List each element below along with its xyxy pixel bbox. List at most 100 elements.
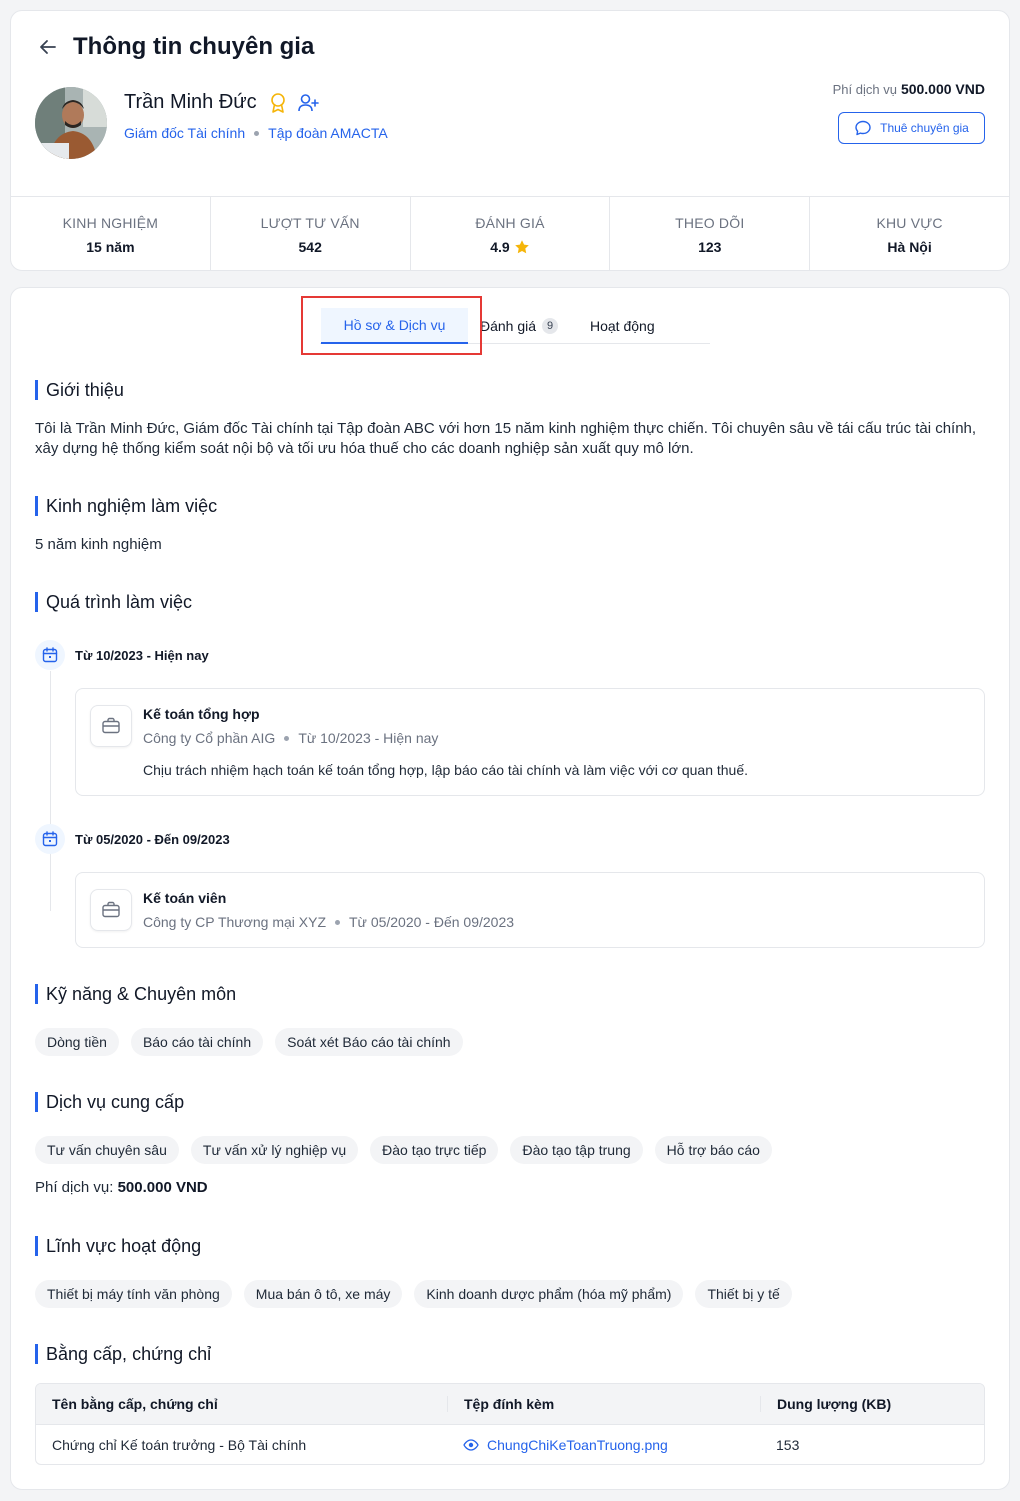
- fee-label: Phí dịch vụ: [832, 82, 897, 97]
- page-title: Thông tin chuyên gia: [73, 33, 315, 60]
- stat-value: 123: [610, 239, 809, 255]
- tab-reviews[interactable]: Đánh giá 9: [480, 308, 590, 344]
- service-chip: Hỗ trợ báo cáo: [654, 1136, 772, 1164]
- certificate-file-link[interactable]: ChungChiKeToanTruong.png: [463, 1437, 668, 1453]
- certificates-table: Tên bằng cấp, chứng chỉ Tệp đính kèm Dun…: [35, 1383, 985, 1465]
- service-chip: Đào tạo tập trung: [510, 1136, 643, 1164]
- table-header: Tên bằng cấp, chứng chỉ Tệp đính kèm Dun…: [36, 1384, 984, 1424]
- job-period: Từ 10/2023 - Hiện nay: [298, 730, 439, 746]
- job-card: Kế toán viên Công ty CP Thương mại XYZ T…: [75, 872, 985, 948]
- service-chip: Tư vấn xử lý nghiệp vụ: [190, 1136, 359, 1164]
- field-chip: Thiết bị y tế: [695, 1280, 792, 1308]
- job-meta: Công ty CP Thương mại XYZ Từ 05/2020 - Đ…: [143, 914, 514, 930]
- user-plus-icon[interactable]: [297, 92, 319, 114]
- stat-experience: KINH NGHIỆM 15 năm: [11, 197, 211, 271]
- expert-header-card: Thông tin chuyên gia Trần Minh Đức Giám …: [10, 10, 1010, 271]
- separator-dot: [284, 735, 290, 741]
- stat-value: 15 năm: [11, 239, 210, 255]
- intro-text: Tôi là Trần Minh Đức, Giám đốc Tài chính…: [35, 420, 977, 457]
- stat-label: THEO DÕI: [675, 215, 745, 231]
- timeline-date: Từ 05/2020 - Đến 09/2023: [35, 824, 230, 854]
- expert-name-row: Trần Minh Đức: [124, 91, 327, 114]
- expert-name: Trần Minh Đức: [124, 91, 257, 113]
- stat-followers: THEO DÕI 123: [610, 197, 811, 271]
- section-title-services: Dịch vụ cung cấp: [35, 1092, 184, 1112]
- job-meta: Công ty Cổ phần AIG Từ 10/2023 - Hiện na…: [143, 730, 438, 746]
- fields-chips: Thiết bị máy tính văn phòng Mua bán ô tô…: [35, 1280, 792, 1308]
- job-description: Chịu trách nhiệm hạch toán kế toán tổng …: [143, 762, 749, 778]
- service-chip: Tư vấn chuyên sâu: [35, 1136, 179, 1164]
- column-header: Dung lượng (KB): [760, 1396, 984, 1412]
- certificate-file-cell: ChungChiKeToanTruong.png: [447, 1437, 760, 1453]
- job-company: Công ty Cổ phần AIG: [143, 730, 276, 746]
- fee-value: 500.000 VND: [900, 81, 985, 97]
- stat-label: LƯỢT TƯ VẤN: [260, 215, 360, 231]
- separator-dot: [335, 919, 340, 925]
- services-chips: Tư vấn chuyên sâu Tư vấn xử lý nghiệp vụ…: [35, 1136, 772, 1164]
- timeline-date-text: Từ 10/2023 - Hiện nay: [75, 647, 209, 663]
- stat-value: 542: [211, 239, 410, 255]
- hire-expert-button[interactable]: Thuê chuyên gia: [838, 112, 985, 144]
- certificate-name: Chứng chỉ Kế toán trưởng - Bộ Tài chính: [52, 1436, 307, 1453]
- certificate-file-name: ChungChiKeToanTruong.png: [487, 1436, 668, 1453]
- expert-position[interactable]: Giám đốc Tài chính: [124, 125, 245, 141]
- skill-chip: Dòng tiền: [35, 1028, 119, 1056]
- avatar: [35, 87, 107, 159]
- stat-value: Hà Nội: [810, 239, 1009, 255]
- stat-region: KHU VỰC Hà Nội: [810, 197, 1009, 271]
- service-fee: Phí dịch vụ 500.000 VND: [833, 81, 985, 97]
- title-row: Thông tin chuyên gia: [37, 33, 314, 61]
- separator-dot: [254, 130, 260, 136]
- tab-label: Hoạt động: [590, 318, 655, 334]
- stat-rating: ĐÁNH GIÁ 4.9: [411, 197, 611, 271]
- expert-company[interactable]: Tập đoàn AMACTA: [268, 125, 388, 141]
- hire-button-label: Thuê chuyên gia: [880, 121, 969, 135]
- timeline-date-text: Từ 05/2020 - Đến 09/2023: [75, 831, 230, 847]
- service-fee-line: Phí dịch vụ: 500.000 VND: [35, 1179, 208, 1196]
- stat-value-text: 4.9: [490, 239, 510, 255]
- job-title: Kế toán tổng hợp: [143, 706, 260, 722]
- section-title-skills: Kỹ năng & Chuyên môn: [35, 984, 236, 1004]
- stats-bar: KINH NGHIỆM 15 năm LƯỢT TƯ VẤN 542 ĐÁNH …: [11, 196, 1009, 271]
- skill-chip: Báo cáo tài chính: [130, 1028, 264, 1056]
- tab-label: Đánh giá: [480, 318, 537, 334]
- reviews-count-badge: 9: [542, 318, 559, 334]
- skills-chips: Dòng tiền Báo cáo tài chính Soát xét Báo…: [35, 1028, 463, 1056]
- fee-label: Phí dịch vụ:: [35, 1179, 114, 1196]
- eye-icon: [463, 1437, 479, 1453]
- timeline-date: Từ 10/2023 - Hiện nay: [35, 640, 209, 670]
- fee-value: 500.000 VND: [117, 1179, 208, 1196]
- stat-label: KINH NGHIỆM: [62, 215, 159, 231]
- tab-activity[interactable]: Hoạt động: [590, 308, 700, 344]
- calendar-icon: [35, 640, 65, 670]
- stat-label: ĐÁNH GIÁ: [475, 215, 545, 231]
- job-card: Kế toán tổng hợp Công ty Cổ phần AIG Từ …: [75, 688, 985, 796]
- arrow-left-icon[interactable]: [37, 36, 59, 58]
- chat-icon: [854, 119, 872, 137]
- profile-content-card: Hồ sơ & Dịch vụ Đánh giá 9 Hoạt động Giới…: [10, 287, 1010, 1490]
- stat-label: KHU VỰC: [876, 215, 943, 231]
- certificate-size: 153: [776, 1436, 800, 1453]
- section-title-experience: Kinh nghiệm làm việc: [35, 496, 217, 516]
- field-chip: Thiết bị máy tính văn phòng: [35, 1280, 232, 1308]
- stat-value-text: Hà Nội: [887, 239, 932, 255]
- column-header: Tệp đính kèm: [447, 1396, 760, 1412]
- section-title-work-history: Quá trình làm việc: [35, 592, 192, 612]
- experience-text: 5 năm kinh nghiệm: [35, 536, 162, 553]
- section-title-fields: Lĩnh vực hoạt động: [35, 1236, 201, 1256]
- expert-subtitle: Giám đốc Tài chính Tập đoàn AMACTA: [124, 125, 388, 141]
- job-title: Kế toán viên: [143, 890, 227, 906]
- profile-tabs: Hồ sơ & Dịch vụ Đánh giá 9 Hoạt động: [320, 308, 710, 344]
- section-title-intro: Giới thiệu: [35, 380, 124, 400]
- stat-value-text: 123: [698, 239, 722, 255]
- service-chip: Đào tạo trực tiếp: [370, 1136, 499, 1164]
- calendar-icon: [35, 824, 65, 854]
- briefcase-icon: [90, 705, 132, 747]
- tab-label: Hồ sơ & Dịch vụ: [343, 317, 446, 333]
- stat-value-text: 15 năm: [86, 239, 135, 255]
- briefcase-icon: [90, 889, 132, 931]
- stat-value: 4.9: [411, 239, 610, 255]
- field-chip: Mua bán ô tô, xe máy: [243, 1280, 403, 1308]
- tab-profile-services[interactable]: Hồ sơ & Dịch vụ: [321, 308, 468, 344]
- field-chip: Kinh doanh dược phẩm (hóa mỹ phẩm): [414, 1280, 684, 1308]
